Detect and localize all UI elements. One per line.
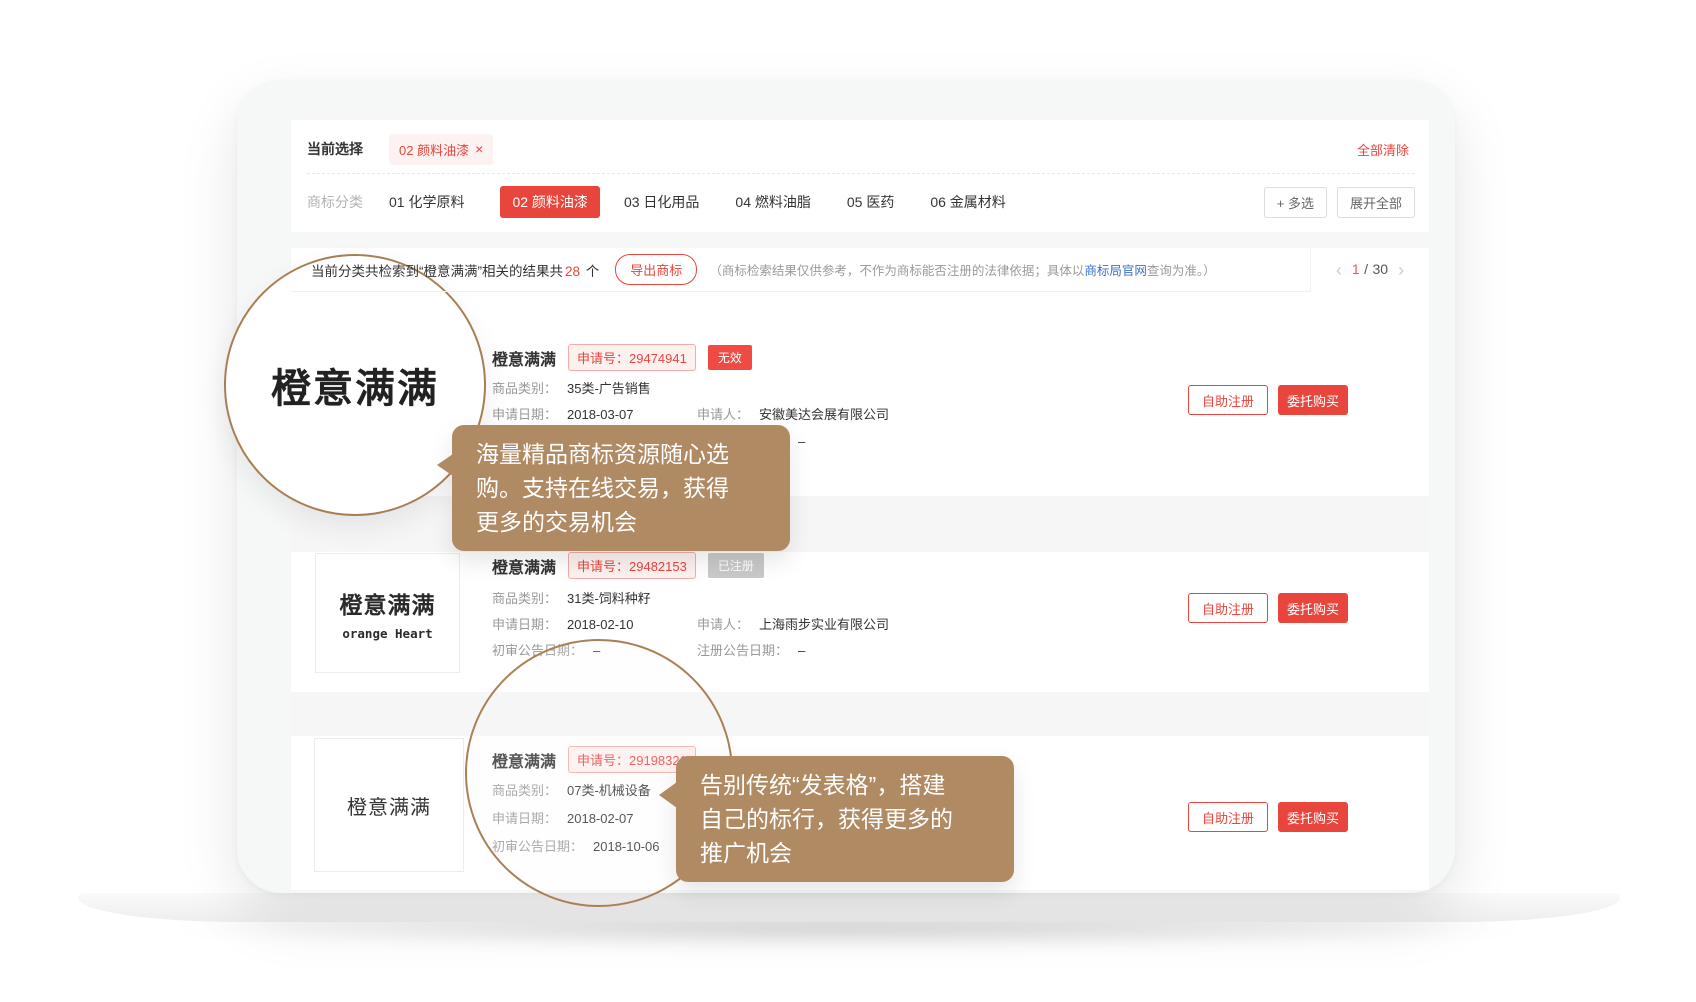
page-separator: / xyxy=(1364,261,1368,277)
applicant-label: 申请人： xyxy=(697,617,749,632)
selected-filter-chip[interactable]: 02 颜料油漆 × xyxy=(389,134,493,165)
current-page: 1 xyxy=(1352,261,1360,277)
pagination: ‹ 1 / 30 › xyxy=(1310,248,1429,292)
row-actions: 自助注册 委托购买 xyxy=(1188,385,1348,415)
disclaimer-suffix: 查询为准。） xyxy=(1147,264,1216,278)
current-selection-label: 当前选择 xyxy=(307,139,363,159)
row-separator xyxy=(291,692,1429,736)
trademark-image: 橙意满满 xyxy=(314,738,464,872)
applicant-label: 申请人： xyxy=(697,407,749,422)
trademark-image-text: 橙意满满 xyxy=(340,586,436,620)
export-trademarks-button[interactable]: 导出商标 xyxy=(615,254,697,285)
applicant-pair: 申请人： 上海雨步实业有限公司 xyxy=(697,614,889,633)
category-item-06[interactable]: 06 金属材料 xyxy=(930,192,1005,212)
filter-divider xyxy=(307,173,1415,174)
filter-panel: 当前选择 02 颜料油漆 × 全部清除 商标分类 01 化学原料 02 颜料油漆… xyxy=(291,120,1429,232)
category-line: 商品类别： 31类-饲料种籽 xyxy=(492,588,1172,606)
results-disclaimer: （商标检索结果仅供参考，不作为商标能否注册的法律依据；具体以商标局官网查询为准。… xyxy=(709,260,1215,279)
self-register-button[interactable]: 自助注册 xyxy=(1188,385,1268,415)
category-item-02[interactable]: 02 颜料油漆 xyxy=(500,186,599,218)
tooltip-promotion: 告别传统“发表格”，搭建 自己的标行，获得更多的 推广机会 xyxy=(676,756,1014,882)
results-count: 28 xyxy=(565,264,580,279)
trademark-name: 橙意满满 xyxy=(492,554,556,578)
self-register-button[interactable]: 自助注册 xyxy=(1188,802,1268,832)
trademark-image: 橙意满满 orange Heart xyxy=(315,553,460,673)
trademark-office-link[interactable]: 商标局官网 xyxy=(1084,264,1147,278)
reg-pub-pair: 注册公告日期：– xyxy=(697,640,805,659)
status-badge: 已注册 xyxy=(708,553,764,578)
selected-filter-chip-text: 02 颜料油漆 xyxy=(399,140,469,159)
results-unit: 个 xyxy=(586,264,600,279)
current-selection-row: 当前选择 02 颜料油漆 × 全部清除 xyxy=(307,134,1409,164)
clear-all-button[interactable]: 全部清除 xyxy=(1357,140,1409,159)
category-item-01[interactable]: 01 化学原料 xyxy=(389,192,464,212)
magnified-trademark-text: 橙意满满 xyxy=(271,356,439,414)
results-header: 当前分类共检索到“橙意满满”相关的结果共28 个 导出商标 （商标检索结果仅供参… xyxy=(291,248,1429,292)
disclaimer-text: （商标检索结果仅供参考，不作为商标能否注册的法律依据；具体以 xyxy=(709,264,1084,278)
reg-pub-label: 注册公告日期： xyxy=(697,643,788,658)
category-row: 商标分类 01 化学原料 02 颜料油漆 03 日化用品 04 燃料油脂 05 … xyxy=(307,186,1415,218)
row-actions: 自助注册 委托购买 xyxy=(1188,802,1348,832)
category-row-label: 商标分类 xyxy=(307,192,363,212)
reg-pub-value: – xyxy=(798,434,805,449)
applicant-value: 安徽美达会展有限公司 xyxy=(759,407,889,422)
application-number-tag: 申请号：29474941 xyxy=(568,344,696,371)
laptop-base xyxy=(78,893,1620,922)
reg-pub-value: – xyxy=(798,643,805,658)
row-title-line: 橙意满满 申请号：29474941 无效 xyxy=(492,344,752,371)
trademark-image-text: 橙意满满 xyxy=(347,791,431,820)
entrust-purchase-button[interactable]: 委托购买 xyxy=(1278,593,1348,623)
category-tools: + 多选 展开全部 xyxy=(1264,187,1415,218)
apply-date-value: 2018-02-10 xyxy=(567,617,634,632)
category-label: 商品类别： xyxy=(492,381,557,396)
applicant-value: 上海雨步实业有限公司 xyxy=(759,617,889,632)
expand-all-button[interactable]: 展开全部 xyxy=(1337,187,1415,218)
category-item-03[interactable]: 03 日化用品 xyxy=(624,192,699,212)
prev-page-icon[interactable]: ‹ xyxy=(1336,261,1342,279)
apply-date-label: 申请日期： xyxy=(492,617,557,632)
category-line: 商品类别： 35类-广告销售 xyxy=(492,378,1172,396)
category-item-04[interactable]: 04 燃料油脂 xyxy=(735,192,810,212)
apply-date-value: 2018-03-07 xyxy=(567,407,634,422)
applicant-pair: 申请人： 安徽美达会展有限公司 xyxy=(697,404,889,423)
date-line: 申请日期： 2018-03-07 申请人： 安徽美达会展有限公司 xyxy=(492,404,1172,422)
tooltip-marketplace: 海量精品商标资源随心选 购。支持在线交易，获得 更多的交易机会 xyxy=(452,425,790,551)
application-number-tag: 申请号：29482153 xyxy=(568,552,696,579)
magnifier-circle: 橙意满满 xyxy=(224,254,486,516)
multi-select-button[interactable]: + 多选 xyxy=(1264,187,1327,218)
category-value: 31类-饲料种籽 xyxy=(567,591,651,606)
page: 当前选择 02 颜料油漆 × 全部清除 商标分类 01 化学原料 02 颜料油漆… xyxy=(0,0,1696,1002)
entrust-purchase-button[interactable]: 委托购买 xyxy=(1278,802,1348,832)
date-line: 申请日期： 2018-02-10 申请人： 上海雨步实业有限公司 xyxy=(492,614,1172,632)
self-register-button[interactable]: 自助注册 xyxy=(1188,593,1268,623)
next-page-icon[interactable]: › xyxy=(1398,261,1404,279)
results-summary-prefix: 当前分类共检索到“橙意满满”相关的结果共 xyxy=(311,264,563,279)
category-label: 商品类别： xyxy=(492,591,557,606)
row-actions: 自助注册 委托购买 xyxy=(1188,593,1348,623)
entrust-purchase-button[interactable]: 委托购买 xyxy=(1278,385,1348,415)
status-badge: 无效 xyxy=(708,345,752,370)
category-value: 35类-广告销售 xyxy=(567,381,651,396)
total-pages: 30 xyxy=(1373,261,1389,277)
results-summary: 当前分类共检索到“橙意满满”相关的结果共28 个 xyxy=(311,260,599,280)
close-icon[interactable]: × xyxy=(475,142,483,156)
apply-date-label: 申请日期： xyxy=(492,407,557,422)
trademark-name: 橙意满满 xyxy=(492,346,556,370)
result-row-2: 橙意满满 orange Heart 橙意满满 申请号：29482153 已注册 … xyxy=(291,552,1429,692)
trademark-image-subtext: orange Heart xyxy=(342,626,432,641)
category-item-05[interactable]: 05 医药 xyxy=(847,192,894,212)
row-title-line: 橙意满满 申请号：29482153 已注册 xyxy=(492,552,764,579)
